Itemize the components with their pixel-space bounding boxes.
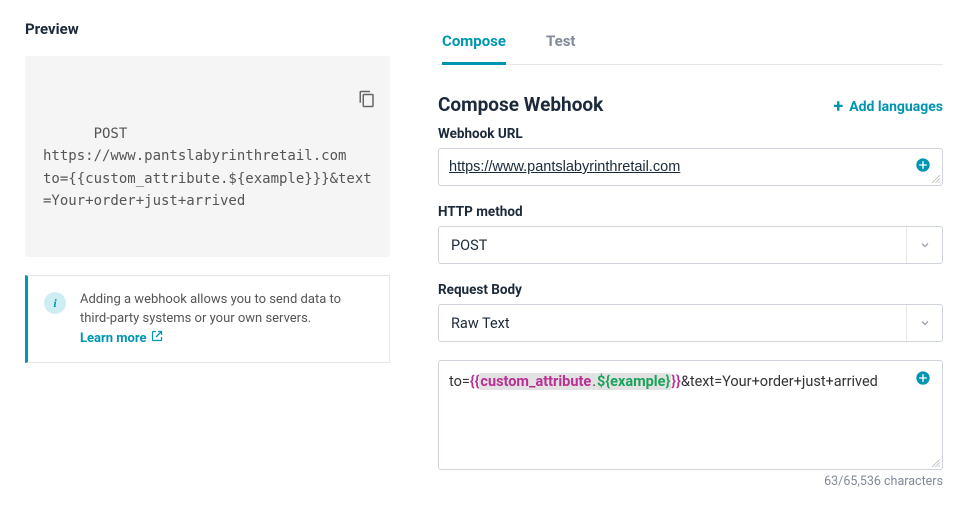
webhook-url-input[interactable] bbox=[438, 148, 943, 186]
chevron-down-icon bbox=[906, 305, 942, 341]
tab-test[interactable]: Test bbox=[546, 20, 576, 64]
compose-title: Compose Webhook bbox=[438, 93, 603, 116]
info-box: i Adding a webhook allows you to send da… bbox=[25, 275, 390, 364]
add-languages-label: Add languages bbox=[849, 99, 943, 115]
body-suffix: &text=Your+order+just+arrived bbox=[681, 373, 878, 390]
http-method-value: POST bbox=[439, 237, 906, 254]
body-insert-token-button[interactable] bbox=[915, 370, 931, 390]
preview-panel: Preview POST https://www.pantslabyrinthr… bbox=[25, 20, 390, 489]
learn-more-link[interactable]: Learn more bbox=[80, 329, 163, 349]
webhook-url-label: Webhook URL bbox=[438, 126, 943, 142]
body-close-braces: }} bbox=[671, 373, 681, 390]
body-attribute-name: custom_attribute bbox=[479, 373, 592, 390]
http-method-select[interactable]: POST bbox=[438, 226, 943, 264]
add-languages-button[interactable]: + Add languages bbox=[833, 98, 943, 116]
char-count: 63/65,536 characters bbox=[438, 474, 943, 489]
http-method-label: HTTP method bbox=[438, 204, 943, 220]
body-prefix: to= bbox=[449, 373, 470, 390]
external-link-icon bbox=[151, 329, 163, 349]
plus-icon: + bbox=[833, 98, 843, 116]
compose-panel: Compose Test Compose Webhook + Add langu… bbox=[438, 20, 943, 489]
info-icon: i bbox=[44, 292, 66, 314]
chevron-down-icon bbox=[906, 227, 942, 263]
body-expression: ${example} bbox=[596, 373, 671, 390]
preview-content: POST https://www.pantslabyrinthretail.co… bbox=[43, 126, 372, 209]
tab-bar: Compose Test bbox=[438, 20, 943, 65]
tab-compose[interactable]: Compose bbox=[442, 20, 506, 64]
request-body-label: Request Body bbox=[438, 282, 943, 298]
info-text: Adding a webhook allows you to send data… bbox=[80, 292, 341, 327]
body-open-braces: {{ bbox=[470, 373, 480, 390]
preview-box: POST https://www.pantslabyrinthretail.co… bbox=[25, 56, 390, 257]
request-body-editor[interactable]: to={{custom_attribute.${example}}}&text=… bbox=[438, 360, 943, 470]
info-text-container: Adding a webhook allows you to send data… bbox=[80, 290, 373, 349]
preview-title: Preview bbox=[25, 20, 390, 38]
body-type-select[interactable]: Raw Text bbox=[438, 304, 943, 342]
url-insert-token-button[interactable] bbox=[915, 157, 931, 177]
body-type-value: Raw Text bbox=[439, 315, 906, 332]
learn-more-label: Learn more bbox=[80, 329, 147, 349]
copy-icon[interactable] bbox=[291, 68, 376, 138]
